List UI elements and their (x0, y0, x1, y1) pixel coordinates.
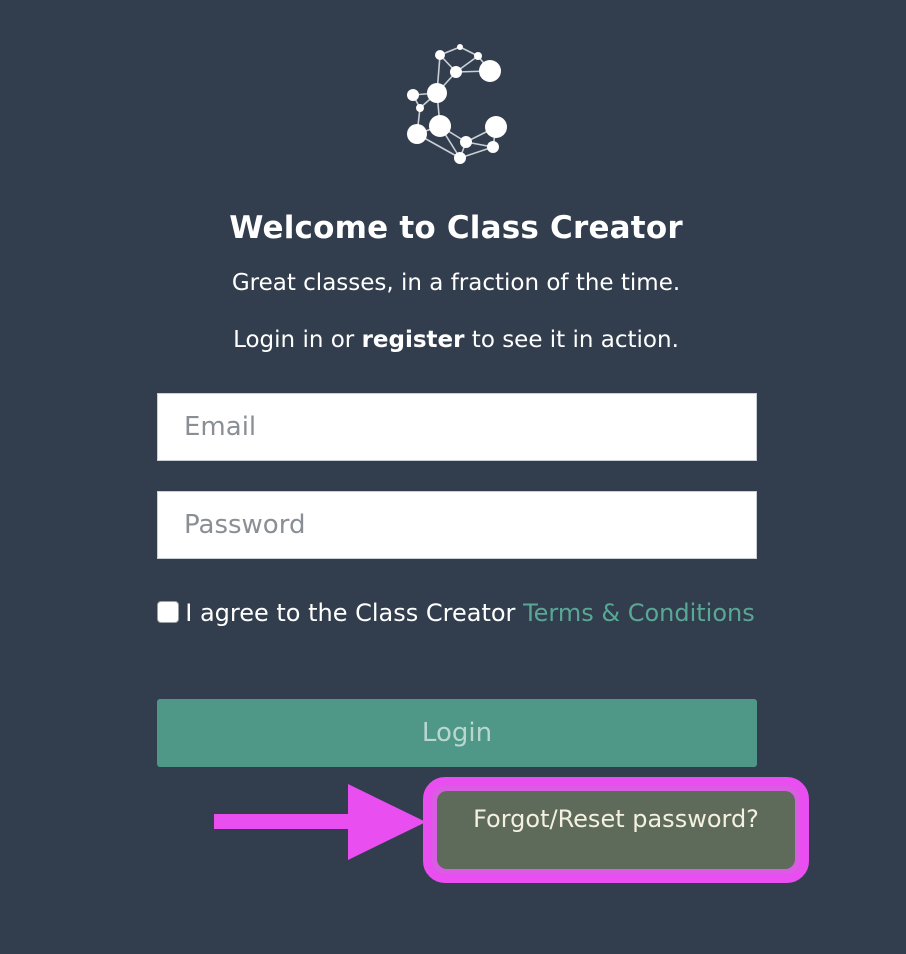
login-hint-prefix: Login in or (233, 327, 362, 353)
password-field[interactable] (157, 491, 757, 559)
tagline: Great classes, in a fraction of the time… (231, 270, 681, 296)
email-field[interactable] (157, 393, 757, 461)
terms-agreement: I agree to the Class Creator Terms & Con… (0, 595, 906, 632)
login-register-hint: Login in or register to see it in action… (0, 327, 906, 353)
class-creator-logo-icon (407, 44, 507, 164)
terms-checkbox[interactable] (157, 601, 180, 623)
page-title: Welcome to Class Creator (229, 210, 683, 246)
login-hint-suffix: to see it in action. (464, 327, 679, 353)
terms-conditions-link[interactable]: Terms & Conditions (523, 599, 755, 627)
arrow-right-icon (214, 784, 426, 860)
forgot-password-highlight: Forgot/Reset password? (423, 777, 809, 883)
forgot-password-background: Forgot/Reset password? (437, 791, 795, 869)
terms-agree-text: I agree to the Class Creator (185, 599, 524, 627)
login-button[interactable]: Login (157, 699, 757, 767)
forgot-password-link[interactable]: Forgot/Reset password? (437, 805, 795, 833)
register-link[interactable]: register (362, 327, 465, 353)
